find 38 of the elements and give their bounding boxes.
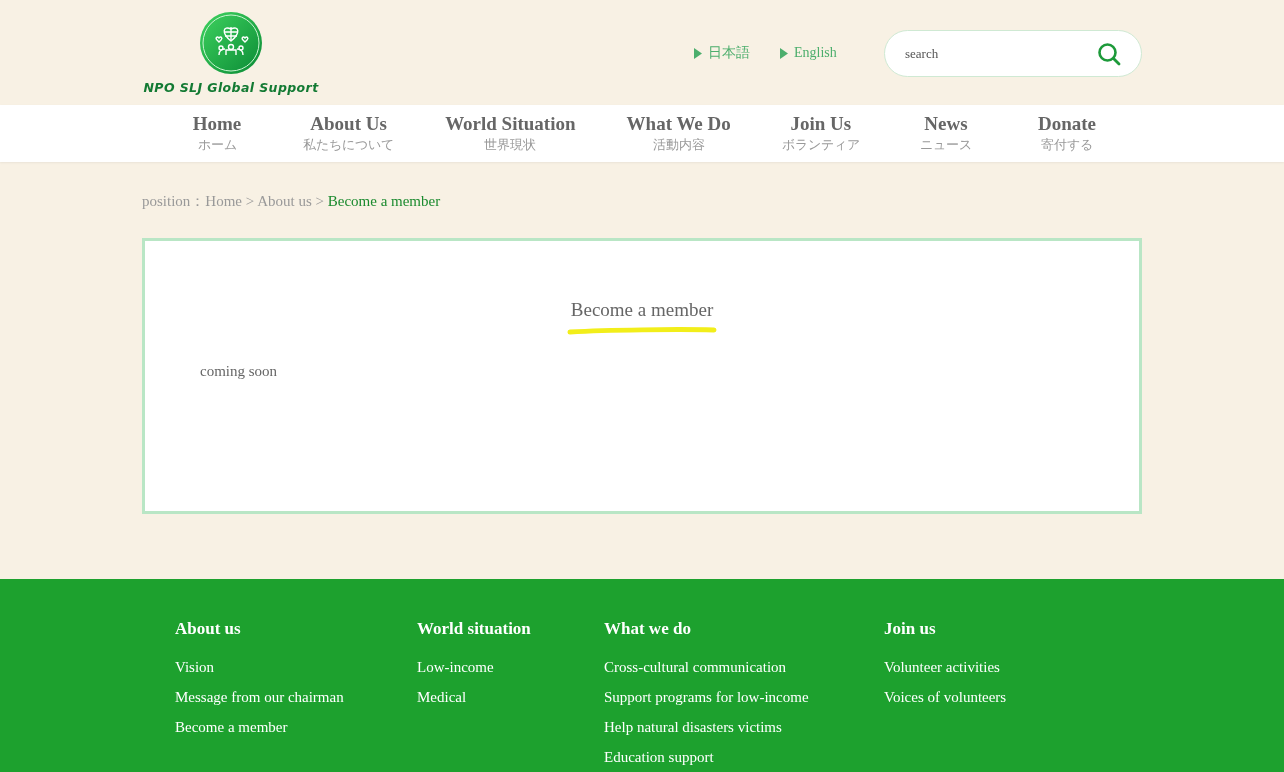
search-icon[interactable] bbox=[1097, 42, 1121, 66]
footer-link[interactable]: Cross-cultural communication bbox=[604, 659, 884, 676]
footer-link[interactable]: Message from our chairman bbox=[175, 689, 417, 706]
logo-text[interactable]: NPO SLJ Global Support bbox=[143, 80, 319, 95]
page-title: Become a member bbox=[570, 299, 714, 321]
nav-item[interactable]: World Situation 世界現状 bbox=[445, 105, 576, 154]
search-field[interactable]: search bbox=[884, 30, 1142, 77]
body-text: coming soon bbox=[200, 363, 279, 380]
footer-link[interactable]: Education support bbox=[604, 749, 884, 766]
triangle-icon bbox=[694, 47, 702, 59]
breadcrumb-link[interactable]: About us bbox=[257, 193, 312, 209]
breadcrumb-link[interactable]: Home bbox=[205, 193, 242, 209]
footer-link[interactable]: Help natural disasters victims bbox=[604, 719, 884, 736]
footer-heading: Join us bbox=[884, 619, 937, 639]
nav-item[interactable]: About Us 私たちについて bbox=[303, 105, 395, 154]
nav-item[interactable]: Donate 寄付する bbox=[1031, 105, 1102, 154]
footer-link[interactable]: Support programs for low-income bbox=[604, 689, 884, 706]
footer-link[interactable]: Medical bbox=[417, 689, 604, 706]
nav-item[interactable]: What We Do 活動内容 bbox=[626, 105, 731, 154]
breadcrumb-link[interactable]: Become a member bbox=[327, 193, 441, 209]
footer-heading: What we do bbox=[604, 619, 692, 639]
footer-link[interactable]: Low-income bbox=[417, 659, 604, 676]
footer-link[interactable]: Become a member bbox=[175, 719, 417, 736]
triangle-icon bbox=[780, 47, 788, 59]
footer-link[interactable]: Volunteer activities bbox=[884, 659, 1142, 676]
logo-icon[interactable] bbox=[199, 11, 263, 75]
footer-link[interactable]: Vision bbox=[175, 659, 417, 676]
footer-link[interactable]: Voices of volunteers bbox=[884, 689, 1142, 706]
breadcrumb-separator: > bbox=[245, 193, 255, 209]
breadcrumb-label: position： bbox=[142, 193, 206, 209]
footer-heading: World situation bbox=[417, 619, 532, 639]
language-link[interactable]: English bbox=[780, 44, 837, 62]
footer-heading: About us bbox=[175, 619, 242, 639]
nav-item[interactable]: Join Us ボランティア bbox=[781, 105, 860, 154]
language-link[interactable]: 日本語 bbox=[694, 44, 750, 62]
nav-item[interactable]: News ニュース bbox=[910, 105, 981, 154]
breadcrumb-separator: > bbox=[315, 193, 324, 209]
nav-item[interactable]: Home ホーム bbox=[182, 105, 252, 154]
